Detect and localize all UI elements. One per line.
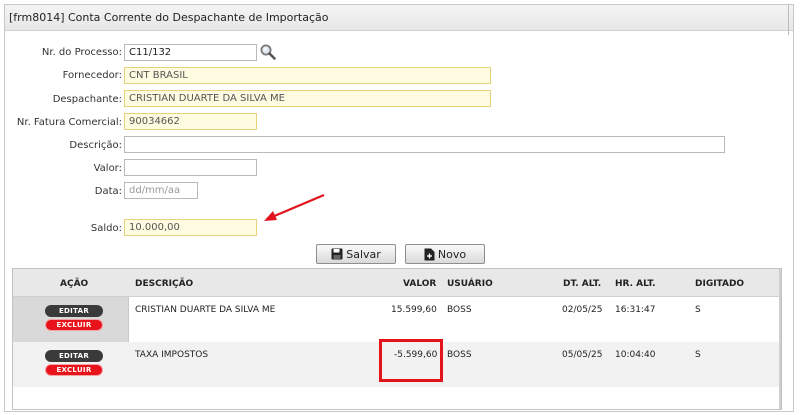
col-digitado: DIGITADO bbox=[695, 279, 745, 289]
window-title: [frm8014] Conta Corrente do Despachante … bbox=[9, 11, 329, 24]
col-dt-alt: DT. ALT. bbox=[563, 279, 602, 289]
valor-input[interactable] bbox=[124, 159, 257, 176]
col-hr-alt: HR. ALT. bbox=[615, 279, 656, 289]
grid-scroll-edge bbox=[779, 269, 781, 409]
descricao-input[interactable] bbox=[124, 136, 725, 153]
cell-hr-alt: 10:04:40 bbox=[615, 350, 656, 360]
processo-field[interactable]: C11/132 bbox=[124, 44, 257, 61]
annotation-highlight-box bbox=[379, 339, 443, 382]
cell-usuario: BOSS bbox=[447, 350, 472, 360]
processo-label: Nr. do Processo: bbox=[41, 47, 122, 58]
search-processo-button[interactable] bbox=[259, 43, 277, 61]
fatura-field: 90034662 bbox=[124, 113, 257, 130]
col-valor: VALOR bbox=[403, 279, 437, 289]
table-row: EDITAR EXCLUIR CRISTIAN DUARTE DA SILVA … bbox=[13, 297, 781, 342]
delete-button[interactable]: EXCLUIR bbox=[45, 364, 103, 376]
fornecedor-label: Fornecedor: bbox=[62, 70, 122, 81]
floppy-disk-icon bbox=[331, 248, 343, 260]
cell-valor: 15.599,60 bbox=[391, 305, 437, 315]
cell-digitado: S bbox=[695, 305, 701, 315]
despachante-field: CRISTIAN DUARTE DA SILVA ME bbox=[124, 90, 491, 107]
fatura-label: Nr. Fatura Comercial: bbox=[16, 117, 122, 128]
save-label: Salvar bbox=[346, 247, 381, 261]
cell-hr-alt: 16:31:47 bbox=[615, 305, 656, 315]
new-label: Novo bbox=[437, 247, 467, 261]
cell-usuario: BOSS bbox=[447, 305, 472, 315]
save-button[interactable]: Salvar bbox=[316, 244, 396, 264]
window-title-bar: [frm8014] Conta Corrente do Despachante … bbox=[5, 5, 793, 31]
despachante-label: Despachante: bbox=[52, 94, 122, 105]
valor-label: Valor: bbox=[93, 163, 122, 174]
saldo-label: Saldo: bbox=[90, 223, 122, 234]
cell-dt-alt: 05/05/25 bbox=[562, 350, 603, 360]
col-descricao: DESCRIÇÃO bbox=[135, 279, 194, 289]
cell-descricao: TAXA IMPOSTOS bbox=[135, 350, 209, 360]
edit-button[interactable]: EDITAR bbox=[45, 350, 103, 362]
new-button[interactable]: Novo bbox=[405, 244, 485, 264]
cell-descricao: CRISTIAN DUARTE DA SILVA ME bbox=[135, 305, 276, 315]
annotation-arrow bbox=[264, 193, 325, 221]
edit-button[interactable]: EDITAR bbox=[45, 305, 103, 317]
new-document-icon bbox=[424, 248, 435, 260]
col-acao: AÇÃO bbox=[60, 279, 89, 289]
col-usuario: USUÁRIO bbox=[447, 279, 493, 289]
data-label: Data: bbox=[94, 186, 122, 197]
delete-button[interactable]: EXCLUIR bbox=[45, 319, 103, 331]
data-input[interactable]: dd/mm/aa bbox=[124, 182, 198, 199]
title-divider bbox=[788, 5, 789, 35]
fornecedor-field: CNT BRASIL bbox=[124, 67, 491, 84]
cell-digitado: S bbox=[695, 350, 701, 360]
saldo-field: 10.000,00 bbox=[124, 219, 257, 236]
grid-header: AÇÃO DESCRIÇÃO VALOR USUÁRIO DT. ALT. HR… bbox=[13, 269, 781, 297]
magnifier-icon bbox=[260, 44, 276, 60]
cell-dt-alt: 02/05/25 bbox=[562, 305, 603, 315]
descricao-label: Descrição: bbox=[69, 140, 122, 151]
